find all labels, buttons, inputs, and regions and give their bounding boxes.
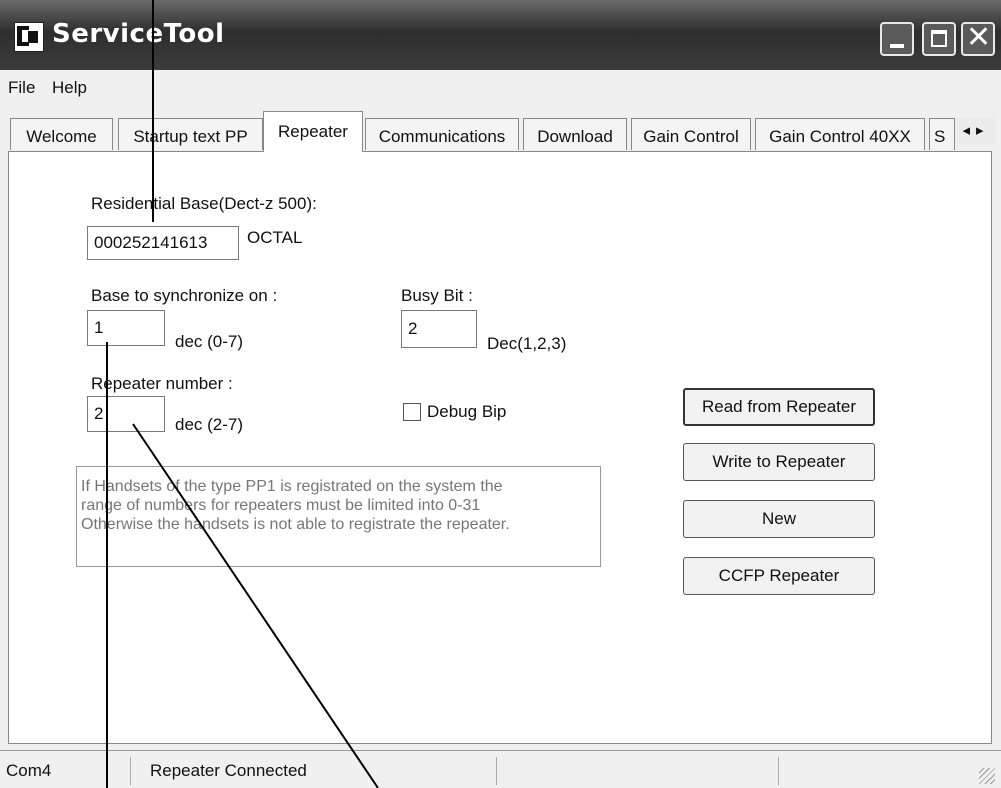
close-icon: ✕: [966, 20, 992, 55]
menu-help[interactable]: Help: [52, 78, 87, 98]
status-connection: Repeater Connected: [150, 761, 307, 780]
base-sync-input[interactable]: [87, 310, 165, 346]
repeater-panel: Residential Base(Dect-z 500): OCTAL Base…: [8, 151, 992, 744]
repeater-number-label: Repeater number :: [91, 374, 233, 393]
tab-truncated[interactable]: S: [929, 118, 955, 150]
repeater-number-hint: dec (2-7): [175, 415, 244, 434]
minimize-button[interactable]: [880, 22, 914, 56]
tab-startup-text-pp[interactable]: Startup text PP: [118, 118, 263, 150]
tab-scroll-right-icon[interactable]: ▸: [976, 122, 990, 139]
repeater-number-input[interactable]: [87, 396, 165, 432]
busy-bit-label: Busy Bit :: [401, 286, 473, 305]
debug-bip-checkbox[interactable]: [403, 403, 421, 421]
write-to-repeater-button[interactable]: Write to Repeater: [683, 443, 875, 481]
maximize-button[interactable]: [922, 22, 956, 56]
ccfp-repeater-button[interactable]: CCFP Repeater: [683, 557, 875, 595]
busy-bit-hint: Dec(1,2,3): [487, 334, 567, 353]
tab-welcome[interactable]: Welcome: [10, 118, 113, 150]
maximize-icon: [931, 30, 947, 47]
octal-label: OCTAL: [247, 228, 303, 247]
tab-repeater[interactable]: Repeater: [263, 111, 363, 152]
status-separator: [778, 757, 779, 785]
title-bar[interactable]: ServiceTool ✕: [0, 0, 1001, 70]
status-separator: [130, 757, 131, 785]
info-line-2: range of numbers for repeaters must be l…: [81, 497, 481, 514]
window-title: ServiceTool: [52, 19, 225, 49]
tab-scroll-arrows[interactable]: ◂▸: [956, 118, 996, 144]
residential-base-label: Residential Base(Dect-z 500):: [91, 194, 317, 213]
new-button[interactable]: New: [683, 500, 875, 538]
base-sync-label: Base to synchronize on :: [91, 286, 278, 305]
close-button[interactable]: ✕: [961, 20, 995, 56]
info-line-3: Otherwise the handsets is not able to re…: [81, 516, 510, 533]
tab-scroll-left-icon[interactable]: ◂: [962, 122, 976, 139]
tab-gain-control-40xx[interactable]: Gain Control 40XX: [755, 118, 925, 150]
busy-bit-input[interactable]: [401, 310, 477, 348]
read-from-repeater-button[interactable]: Read from Repeater: [683, 388, 875, 426]
app-icon[interactable]: [14, 22, 44, 52]
resize-grip[interactable]: [979, 768, 995, 784]
status-separator: [496, 757, 497, 785]
tab-communications[interactable]: Communications: [365, 118, 519, 150]
residential-base-input[interactable]: [87, 226, 239, 260]
service-tool-window: ServiceTool ✕ File Help Welcome Startup …: [0, 0, 1001, 788]
tab-gain-control[interactable]: Gain Control: [631, 118, 751, 150]
debug-bip-label[interactable]: Debug Bip: [427, 402, 506, 422]
info-message-box: If Handsets of the type PP1 is registrat…: [76, 466, 601, 567]
minimize-icon: [890, 44, 904, 48]
menu-bar: File Help: [0, 70, 1001, 104]
status-port: Com4: [6, 761, 52, 780]
tab-download[interactable]: Download: [523, 118, 627, 150]
status-bar: Com4 Repeater Connected: [0, 750, 1001, 788]
tab-strip: Welcome Startup text PP Repeater Communi…: [0, 108, 1001, 152]
menu-file[interactable]: File: [8, 78, 35, 98]
info-line-1: If Handsets of the type PP1 is registrat…: [81, 478, 503, 495]
base-sync-hint: dec (0-7): [175, 332, 244, 351]
